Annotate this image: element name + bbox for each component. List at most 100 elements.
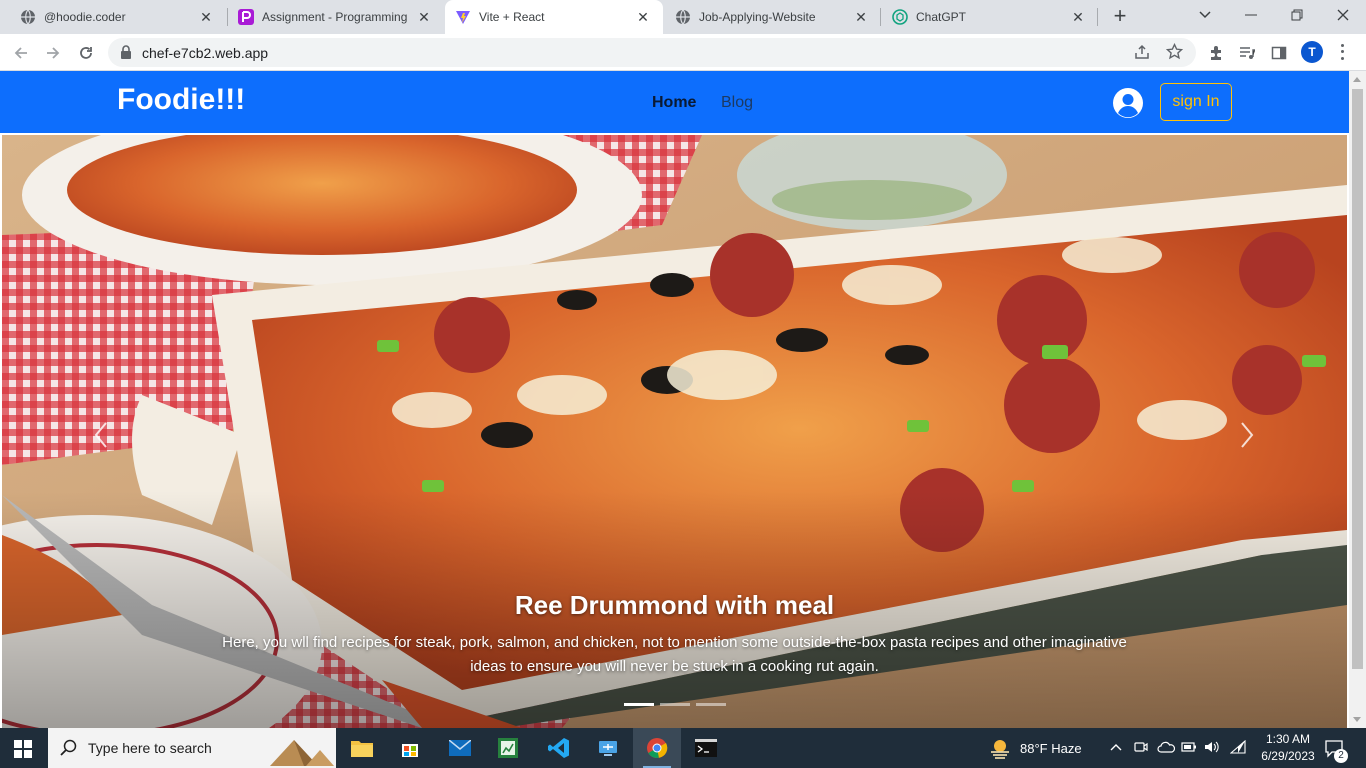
profile-avatar[interactable]: T [1301,41,1323,63]
close-icon[interactable]: ✕ [198,9,214,25]
taskbar-search-box[interactable]: Type here to search [48,728,336,768]
mail-icon [449,740,471,756]
scroll-up-arrow[interactable] [1353,77,1361,82]
onedrive-icon[interactable] [1157,740,1176,759]
close-icon[interactable]: ✕ [1070,9,1086,25]
tab-title: Job-Applying-Website [699,10,816,24]
chevron-right-icon [1241,422,1254,448]
meet-now-icon[interactable] [1134,740,1148,759]
terminal-icon [695,739,717,757]
side-panel-icon[interactable] [1269,43,1289,63]
vscode-app[interactable] [535,728,583,768]
pyramids-icon [270,740,334,766]
windows-start-icon[interactable] [14,740,32,763]
extensions-icon[interactable] [1206,43,1226,63]
tab-title: Assignment - Programming Hero [262,10,408,24]
programming-hero-icon [238,9,254,25]
spreadsheet-app[interactable] [484,728,532,768]
tab-chatgpt[interactable]: ChatGPT ✕ [872,0,1098,34]
arrow-right-icon [47,47,60,59]
wifi-icon[interactable] [1229,739,1246,759]
chrome-app[interactable] [633,728,681,768]
search-placeholder: Type here to search [88,740,212,756]
new-tab-button[interactable]: + [1108,5,1132,29]
carousel-indicator-1[interactable] [624,703,654,706]
notification-badge: 2 [1334,749,1348,763]
carousel-prev-button[interactable] [86,415,116,455]
store-icon [402,744,418,757]
volume-icon[interactable] [1204,740,1220,759]
chevron-left-icon [94,422,107,448]
forward-button[interactable] [40,40,66,66]
mail-app[interactable] [436,728,484,768]
remote-desktop-app[interactable] [584,728,632,768]
share-icon[interactable] [1134,44,1150,65]
tab-divider [1097,8,1098,26]
address-bar[interactable]: chef-e7cb2.web.app [108,38,1196,67]
browser-tab-strip: @hoodie.coder ✕ Assignment - Programming… [0,0,1366,34]
spreadsheet-icon [498,738,518,758]
clock-date[interactable]: 6/29/2023 [1253,749,1323,763]
carousel-indicators [624,703,726,706]
globe-icon [20,9,36,25]
tab-job-applying[interactable]: Job-Applying-Website ✕ [655,0,881,34]
terminal-app[interactable] [682,728,730,768]
url-text: chef-e7cb2.web.app [142,45,269,61]
tab-vite-react[interactable]: Vite + React ✕ [445,0,663,34]
tab-title: Vite + React [479,10,545,24]
sign-in-button[interactable]: sign In [1160,83,1232,121]
caption-text: Here, you wll find recipes for steak, po… [222,634,1127,675]
back-button[interactable] [8,40,34,66]
browser-toolbar: chef-e7cb2.web.app T [0,34,1366,71]
tab-title: @hoodie.coder [44,10,126,24]
chatgpt-icon [892,9,908,25]
page-viewport: Foodie!!! Home Blog sign In Ree Drummond… [0,71,1366,728]
microsoft-store-app[interactable] [386,728,434,768]
arrow-left-icon [14,47,27,59]
nav-link-home[interactable]: Home [652,94,696,112]
file-explorer-app[interactable] [338,728,386,768]
scroll-down-arrow[interactable] [1353,717,1361,722]
weather-icon[interactable] [988,736,1012,765]
chrome-icon [647,738,668,759]
search-icon [60,739,78,762]
remote-desktop-icon [599,741,617,756]
windows-taskbar: Type here to search 88°F Haze 1:30 AM 6/… [0,728,1366,768]
nav-link-blog[interactable]: Blog [721,94,753,112]
tab-search-button[interactable] [1182,0,1228,30]
user-avatar-icon[interactable] [1112,87,1144,119]
carousel-indicator-3[interactable] [696,703,726,706]
weather-text[interactable]: 88°F Haze [1020,741,1082,756]
clock-time[interactable]: 1:30 AM [1258,732,1318,746]
media-control-icon[interactable] [1237,43,1257,63]
globe-icon [675,9,691,25]
minimize-button[interactable] [1228,0,1274,30]
scrollbar-thumb[interactable] [1352,89,1363,669]
close-icon[interactable]: ✕ [853,9,869,25]
tab-hoodie-coder[interactable]: @hoodie.coder ✕ [0,0,226,34]
close-icon[interactable]: ✕ [635,9,651,25]
carousel-indicator-2[interactable] [660,703,690,706]
folder-icon [351,741,373,757]
chevron-up-icon[interactable] [1110,740,1122,759]
hero-carousel: Ree Drummond with meal Here, you wll fin… [2,135,1347,728]
reload-icon [80,47,92,59]
caption-title: Ree Drummond with meal [514,590,835,620]
vscode-icon [548,738,569,758]
close-window-button[interactable] [1320,0,1366,30]
vite-icon [455,9,471,25]
restore-button[interactable] [1274,0,1320,30]
tab-assignment[interactable]: Assignment - Programming Hero ✕ [218,0,444,34]
carousel-next-button[interactable] [1232,415,1262,455]
browser-menu-icon[interactable] [1334,42,1350,62]
site-brand[interactable]: Foodie!!! [117,83,245,117]
lock-icon[interactable] [120,45,132,64]
bookmark-star-icon[interactable] [1165,42,1184,65]
site-navbar: Foodie!!! Home Blog sign In [0,71,1349,133]
reload-button[interactable] [73,40,99,66]
tab-title: ChatGPT [916,10,967,24]
carousel-caption: Ree Drummond with meal Here, you wll fin… [222,590,1127,679]
close-icon[interactable]: ✕ [416,9,432,25]
page-scrollbar[interactable] [1349,71,1366,728]
battery-icon[interactable] [1181,740,1197,759]
